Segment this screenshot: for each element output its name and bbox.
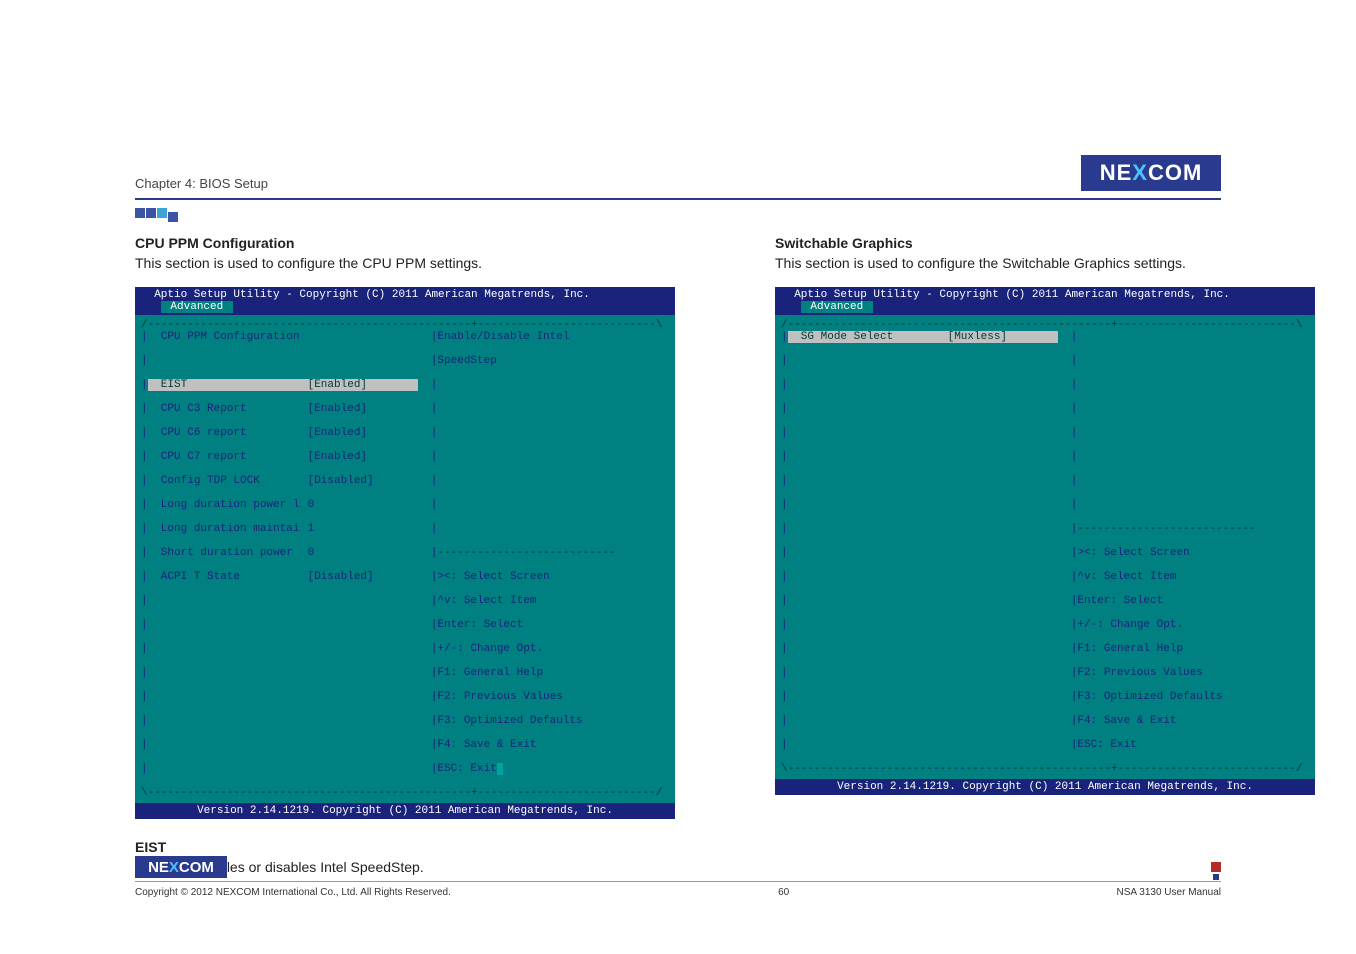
manual-name: NSA 3130 User Manual — [1116, 887, 1221, 898]
bios-footer-2: Version 2.14.1219. Copyright (C) 2011 Am… — [775, 779, 1315, 795]
bios-header-2: Aptio Setup Utility - Copyright (C) 2011… — [775, 287, 1315, 315]
bios-switchable-screenshot: Aptio Setup Utility - Copyright (C) 2011… — [775, 287, 1315, 795]
eist-title: EIST — [135, 839, 675, 855]
switchable-title: Switchable Graphics — [775, 235, 1315, 251]
footer-rule — [135, 881, 1221, 882]
corner-decoration — [1203, 862, 1221, 880]
bios-header: Aptio Setup Utility - Copyright (C) 2011… — [135, 287, 675, 315]
nexcom-logo-bottom: NEXCOM — [135, 856, 227, 878]
bios-body: /---------------------------------------… — [135, 315, 675, 803]
copyright-text: Copyright © 2012 NEXCOM International Co… — [135, 887, 451, 898]
nexcom-logo-top: NEXCOM — [1081, 155, 1221, 191]
switchable-desc: This section is used to configure the Sw… — [775, 255, 1315, 271]
decorative-squares — [135, 208, 178, 222]
logo-part-2: COM — [1148, 160, 1202, 186]
bios-footer: Version 2.14.1219. Copyright (C) 2011 Am… — [135, 803, 675, 819]
bios-tab-advanced-2: Advanced — [801, 301, 873, 313]
cpu-ppm-desc: This section is used to configure the CP… — [135, 255, 675, 271]
bios-tab-advanced: Advanced — [161, 301, 233, 313]
logo-part-x: X — [1132, 160, 1148, 186]
bios-cpu-ppm-screenshot: Aptio Setup Utility - Copyright (C) 2011… — [135, 287, 675, 819]
bios-body-2: /---------------------------------------… — [775, 315, 1315, 779]
right-column: Switchable Graphics This section is used… — [775, 235, 1315, 891]
chapter-label: Chapter 4: BIOS Setup — [135, 176, 268, 191]
logo-part-1: NE — [1100, 160, 1133, 186]
page-number: 60 — [778, 887, 789, 898]
header-rule — [135, 198, 1221, 200]
page-footer: Copyright © 2012 NEXCOM International Co… — [135, 887, 1221, 898]
left-column: CPU PPM Configuration This section is us… — [135, 235, 675, 891]
cpu-ppm-title: CPU PPM Configuration — [135, 235, 675, 251]
